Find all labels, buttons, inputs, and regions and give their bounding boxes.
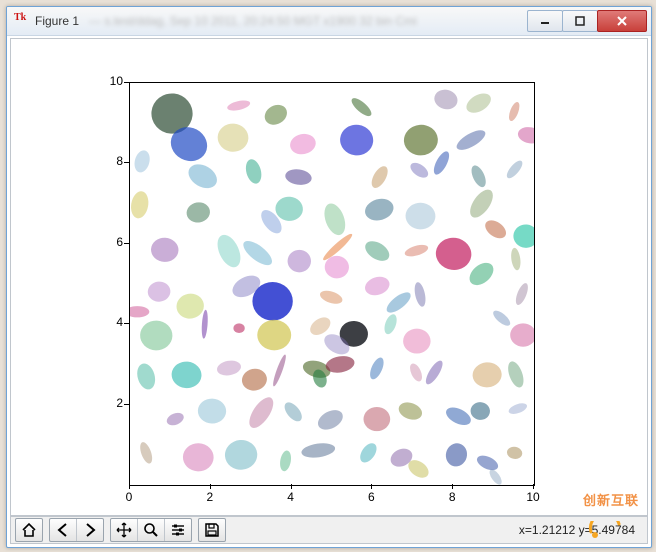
plot-area: [129, 82, 535, 486]
zoom-button[interactable]: [138, 519, 165, 541]
y-tick-label: 6: [99, 235, 123, 249]
matplotlib-toolbar: x=1.21212 y=5.49784: [10, 516, 648, 544]
y-tick-label: 2: [99, 396, 123, 410]
sliders-icon: [170, 522, 186, 538]
save-icon: [204, 522, 220, 538]
watermark: 创新互联: [583, 490, 639, 509]
toolbar-group-save: [198, 518, 226, 542]
y-tick-label: 10: [99, 74, 123, 88]
home-button[interactable]: [16, 519, 42, 541]
maximize-button[interactable]: [562, 10, 598, 32]
forward-button[interactable]: [77, 519, 103, 541]
subplots-button[interactable]: [165, 519, 191, 541]
toolbar-group-nav: [49, 518, 104, 542]
toolbar-group-view: [110, 518, 192, 542]
y-tick-label: 8: [99, 154, 123, 168]
toolbar-group-home: [15, 518, 43, 542]
x-tick-label: 4: [281, 490, 301, 504]
x-tick-label: 2: [200, 490, 220, 504]
pan-button[interactable]: [111, 519, 138, 541]
x-tick-label: 8: [442, 490, 462, 504]
window-frame: Figure 1 — s.test/ddag, Sep 10 2011, 20:…: [6, 6, 652, 548]
titlebar[interactable]: Figure 1 — s.test/ddag, Sep 10 2011, 20:…: [7, 7, 651, 36]
tk-icon: [15, 14, 29, 28]
move-icon: [116, 522, 132, 538]
cursor-coords-text: x=1.21212 y=5.49784: [519, 523, 635, 537]
minimize-button[interactable]: [527, 10, 563, 32]
close-button[interactable]: [597, 10, 647, 32]
back-button[interactable]: [50, 519, 77, 541]
zoom-icon: [143, 522, 159, 538]
x-tick-label: 0: [119, 490, 139, 504]
home-icon: [21, 522, 37, 538]
x-tick-label: 6: [361, 490, 381, 504]
save-button[interactable]: [199, 519, 225, 541]
window-button-group: [528, 10, 647, 32]
y-tick-label: 4: [99, 315, 123, 329]
arrow-left-icon: [55, 522, 71, 538]
titlebar-blurred-text: — s.test/ddag, Sep 10 2011, 20:24:50 MGT…: [89, 14, 528, 28]
figure-canvas[interactable]: 创新互联 0 2 4 6 8 10 2 4 6 8 10: [10, 38, 648, 516]
arrow-right-icon: [82, 522, 98, 538]
window-title: Figure 1: [35, 14, 79, 28]
x-tick-label: 10: [523, 490, 543, 504]
cursor-coords: x=1.21212 y=5.49784: [519, 523, 635, 537]
